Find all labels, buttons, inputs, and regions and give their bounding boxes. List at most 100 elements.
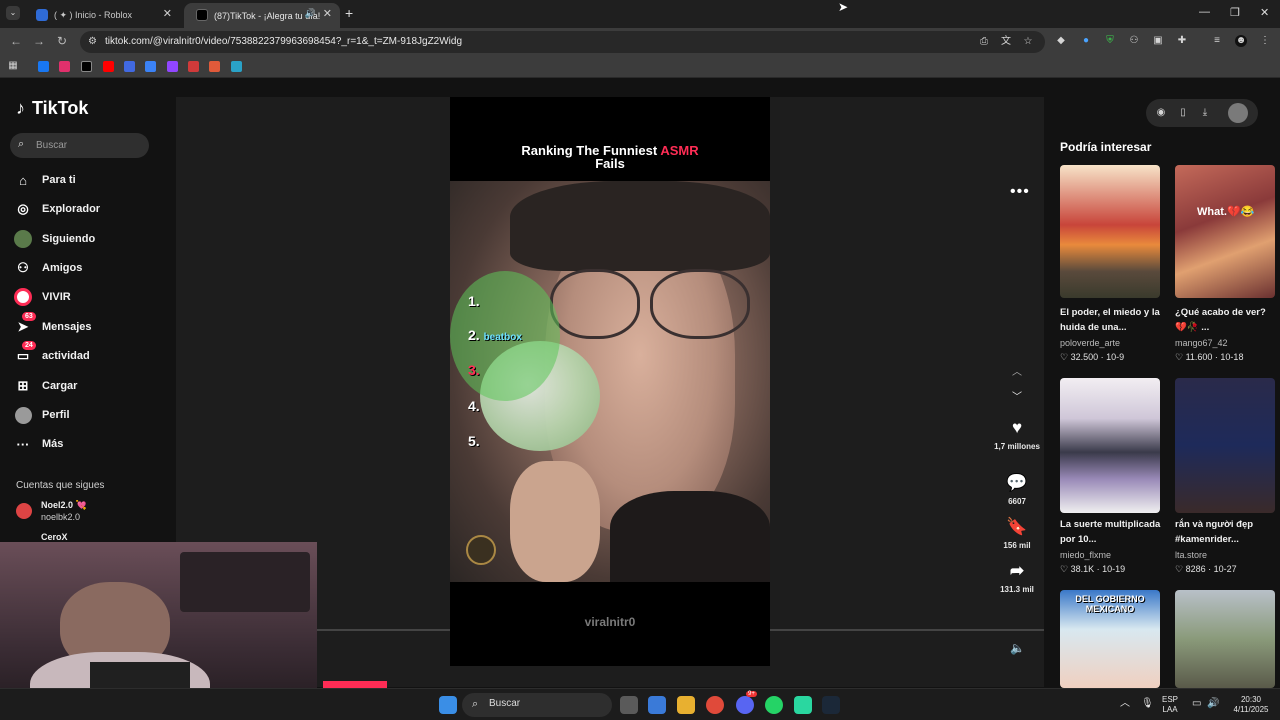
more-options-icon[interactable]: •••	[1010, 183, 1030, 201]
profile-avatar[interactable]	[1228, 103, 1248, 123]
app-icon[interactable]	[794, 696, 812, 714]
windows-start-icon[interactable]	[439, 696, 457, 714]
discord-icon[interactable]: 9+	[736, 691, 757, 714]
video-card-title[interactable]: rắn và người đẹp #kamenrider...	[1175, 517, 1275, 547]
twitch-icon[interactable]	[167, 61, 178, 72]
video-card-author[interactable]: poloverde_arte	[1060, 338, 1120, 348]
close-tab-icon[interactable]: ✕	[163, 7, 172, 20]
comment-button[interactable]: 💬 6607	[987, 473, 1047, 506]
download-icon[interactable]: ⤓	[1199, 107, 1211, 119]
volume-icon[interactable]: 🔈	[1010, 641, 1025, 655]
save-button[interactable]: 🔖 156 mil	[987, 517, 1047, 550]
bookmark-icon[interactable]	[209, 61, 220, 72]
sidebar-item-cargar[interactable]: ⊞ Cargar	[14, 375, 164, 397]
volume-icon[interactable]: 🔊	[1207, 699, 1219, 709]
extension-icon[interactable]: ▣	[1152, 35, 1164, 47]
device-icon[interactable]: ▯	[1177, 107, 1189, 119]
tiktok-logo[interactable]: ♪ TikTok	[16, 98, 88, 119]
sidebar-item-explorador[interactable]: ◎ Explorador	[14, 198, 164, 220]
translate-icon[interactable]: 文	[1000, 36, 1012, 48]
store-icon[interactable]	[648, 696, 666, 714]
video-thumbnail[interactable]	[1060, 165, 1160, 298]
video-thumbnail[interactable]	[1175, 378, 1275, 513]
video-thumbnail[interactable]: What.💔😂	[1175, 165, 1275, 298]
task-view-icon[interactable]	[620, 696, 638, 714]
menu-kebab-icon[interactable]: ⋮	[1259, 35, 1271, 47]
extension-icon[interactable]: ⚇	[1128, 35, 1140, 47]
chrome-icon[interactable]	[706, 696, 724, 714]
facebook-icon[interactable]	[38, 61, 49, 72]
avatar[interactable]	[16, 503, 32, 519]
clock[interactable]: 20:30 4/11/2025	[1228, 695, 1274, 715]
following-name[interactable]: CeroX	[41, 532, 68, 542]
tab-tiktok[interactable]: (87)TikTok - ¡Alegra tu día! 🔊 ✕	[184, 3, 340, 28]
tray-expand-icon[interactable]: ︿	[1120, 699, 1130, 709]
minimize-icon[interactable]: —	[1199, 6, 1210, 18]
address-bar[interactable]: ⚙ tiktok.com/@viralnitr0/video/753882237…	[80, 31, 1045, 53]
close-tab-icon[interactable]: ✕	[323, 7, 332, 20]
x-icon[interactable]	[81, 61, 92, 72]
bookmark-star-icon[interactable]: ☆	[1022, 36, 1034, 48]
following-handle[interactable]: noelbk2.0	[41, 512, 80, 522]
steam-icon[interactable]	[822, 696, 840, 714]
share-button[interactable]: ➦ 131.3 mil	[987, 561, 1047, 594]
audio-playing-icon[interactable]: 🔊	[305, 8, 316, 19]
shield-icon[interactable]: ⛨	[1104, 35, 1116, 47]
sidebar-item-vivir[interactable]: VIVIR	[14, 286, 164, 308]
sidebar-item-actividad[interactable]: ▭ 24 actividad	[14, 341, 164, 367]
media-control-icon[interactable]: ≡	[1211, 35, 1223, 47]
video-card-title[interactable]: El poder, el miedo y la huida de una...	[1060, 305, 1170, 335]
url-text[interactable]: tiktok.com/@viralnitr0/video/75388223799…	[105, 36, 462, 47]
back-icon[interactable]: ←	[10, 34, 22, 48]
language-indicator[interactable]: ESP LAA	[1162, 695, 1178, 715]
video-card-author[interactable]: lta.store	[1175, 550, 1207, 560]
sidebar-item-mas[interactable]: ··· Más	[14, 433, 164, 455]
sidebar-item-amigos[interactable]: ⚇ Amigos	[14, 257, 164, 279]
search-input[interactable]	[36, 138, 141, 153]
sidebar-item-siguiendo[interactable]: Siguiendo	[14, 228, 164, 250]
whatsapp-icon[interactable]	[765, 696, 783, 714]
network-icon[interactable]: ▭	[1192, 699, 1201, 709]
video-thumbnail[interactable]	[1060, 378, 1160, 513]
following-name[interactable]: Noel2.0 💘	[41, 500, 87, 511]
instagram-icon[interactable]	[59, 61, 70, 72]
video-thumbnail[interactable]	[1175, 590, 1275, 688]
file-explorer-icon[interactable]	[677, 696, 695, 714]
install-app-icon[interactable]: ⎙	[978, 36, 990, 48]
extension-icon[interactable]: ●	[1080, 35, 1092, 47]
close-window-icon[interactable]: ✕	[1260, 6, 1269, 19]
coins-icon[interactable]: ◉	[1155, 107, 1167, 119]
profile-avatar[interactable]: ☻	[1235, 35, 1247, 47]
like-button[interactable]: ♥ 1,7 millones	[987, 418, 1047, 451]
taskbar-search-input[interactable]	[489, 698, 599, 709]
bookmark-icon[interactable]	[231, 61, 242, 72]
taskbar-search[interactable]: ⌕	[462, 693, 612, 717]
bookmark-icon[interactable]	[145, 61, 156, 72]
extension-icon[interactable]: ◆	[1055, 35, 1067, 47]
sidebar-item-perfil[interactable]: Perfil	[14, 404, 164, 426]
sidebar-item-mensajes[interactable]: ➤ 63 Mensajes	[14, 312, 164, 338]
sidebar-item-para-ti[interactable]: ⌂ Para ti	[14, 169, 164, 191]
next-video-icon[interactable]: ﹀	[1012, 388, 1022, 403]
microphone-icon[interactable]: 🎙	[1141, 699, 1154, 709]
tab-roblox[interactable]: ( ✦ ) Inicio - Roblox ✕	[24, 3, 180, 28]
bookmark-icon[interactable]	[188, 61, 199, 72]
video-card-title[interactable]: ¿Qué acabo de ver? 💔🥀 ...	[1175, 305, 1275, 335]
site-info-icon[interactable]: ⚙	[88, 36, 97, 47]
puzzle-icon[interactable]: ✚	[1176, 35, 1188, 47]
search-box[interactable]: ⌕	[10, 133, 149, 158]
previous-video-icon[interactable]: ︿	[1012, 363, 1022, 378]
apps-grid-icon[interactable]: ▦	[7, 60, 19, 72]
new-tab-button[interactable]: +	[345, 5, 353, 21]
youtube-icon[interactable]	[103, 61, 114, 72]
video-thumbnail[interactable]: DEL GOBIERNO MEXICANO	[1060, 590, 1160, 688]
maximize-icon[interactable]: ❐	[1230, 6, 1240, 19]
video-frame[interactable]: Ranking The Funniest ASMR Fails 1. 2. bea…	[450, 97, 770, 666]
video-card-title[interactable]: La suerte multiplicada por 10...	[1060, 517, 1170, 547]
reload-icon[interactable]: ↻	[57, 34, 67, 48]
video-card-author[interactable]: mango67_42	[1175, 338, 1228, 348]
bookmark-icon[interactable]	[124, 61, 135, 72]
tab-search-button[interactable]: ⌄	[6, 6, 20, 20]
video-card-author[interactable]: miedo_flxme	[1060, 550, 1111, 560]
forward-icon[interactable]: →	[33, 34, 45, 48]
